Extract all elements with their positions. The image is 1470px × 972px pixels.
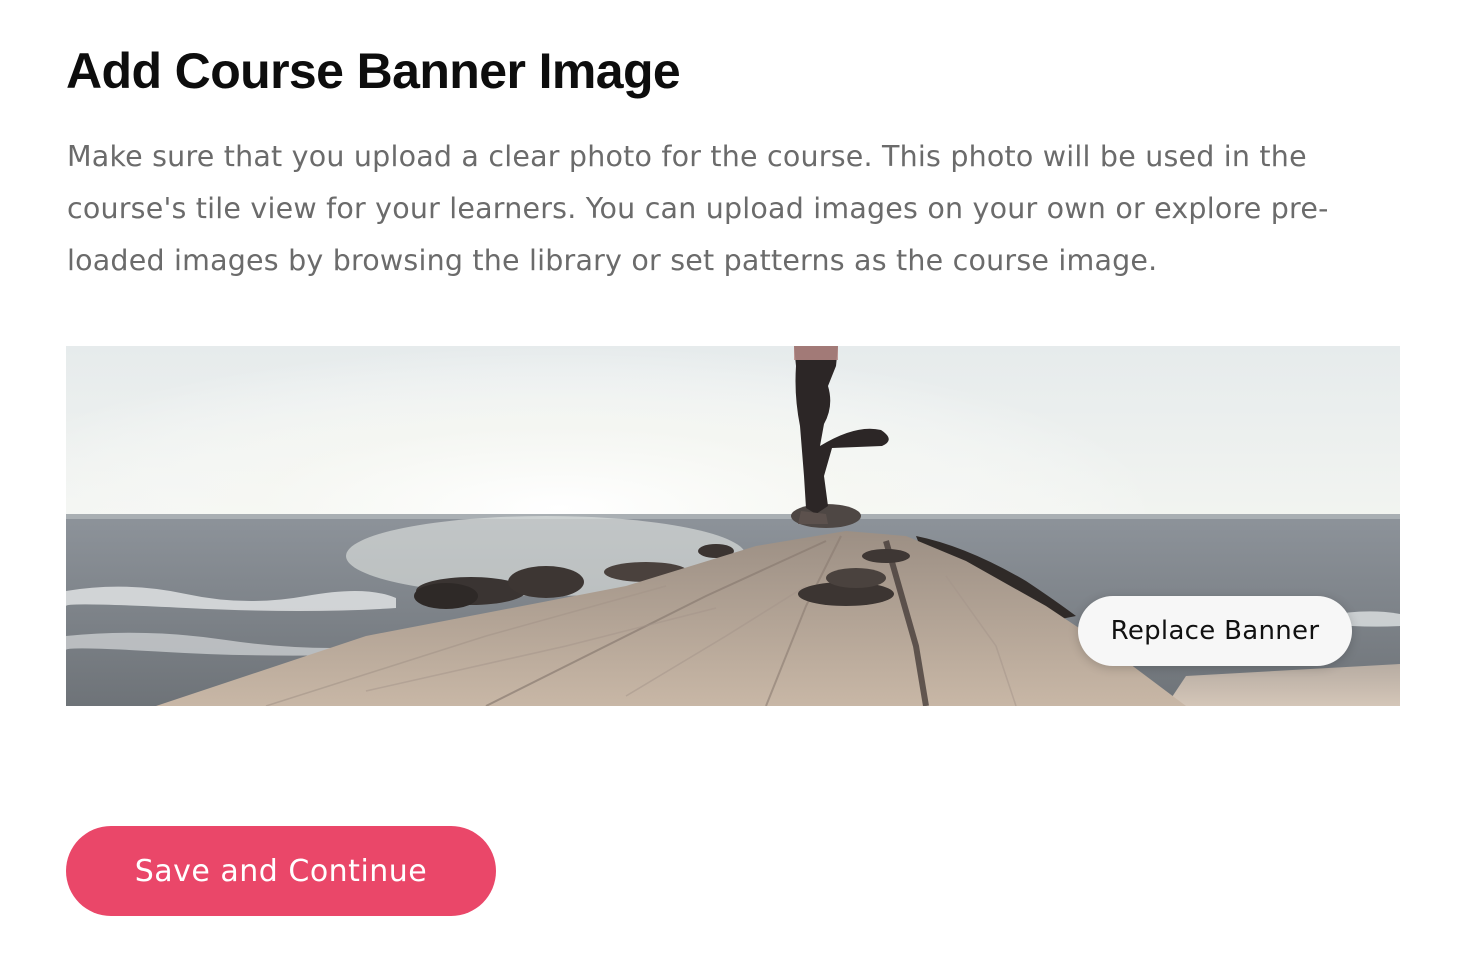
replace-banner-button[interactable]: Replace Banner (1078, 596, 1352, 666)
page-title: Add Course Banner Image (66, 43, 681, 99)
save-and-continue-button[interactable]: Save and Continue (66, 826, 496, 916)
page-description: Make sure that you upload a clear photo … (67, 140, 1329, 277)
